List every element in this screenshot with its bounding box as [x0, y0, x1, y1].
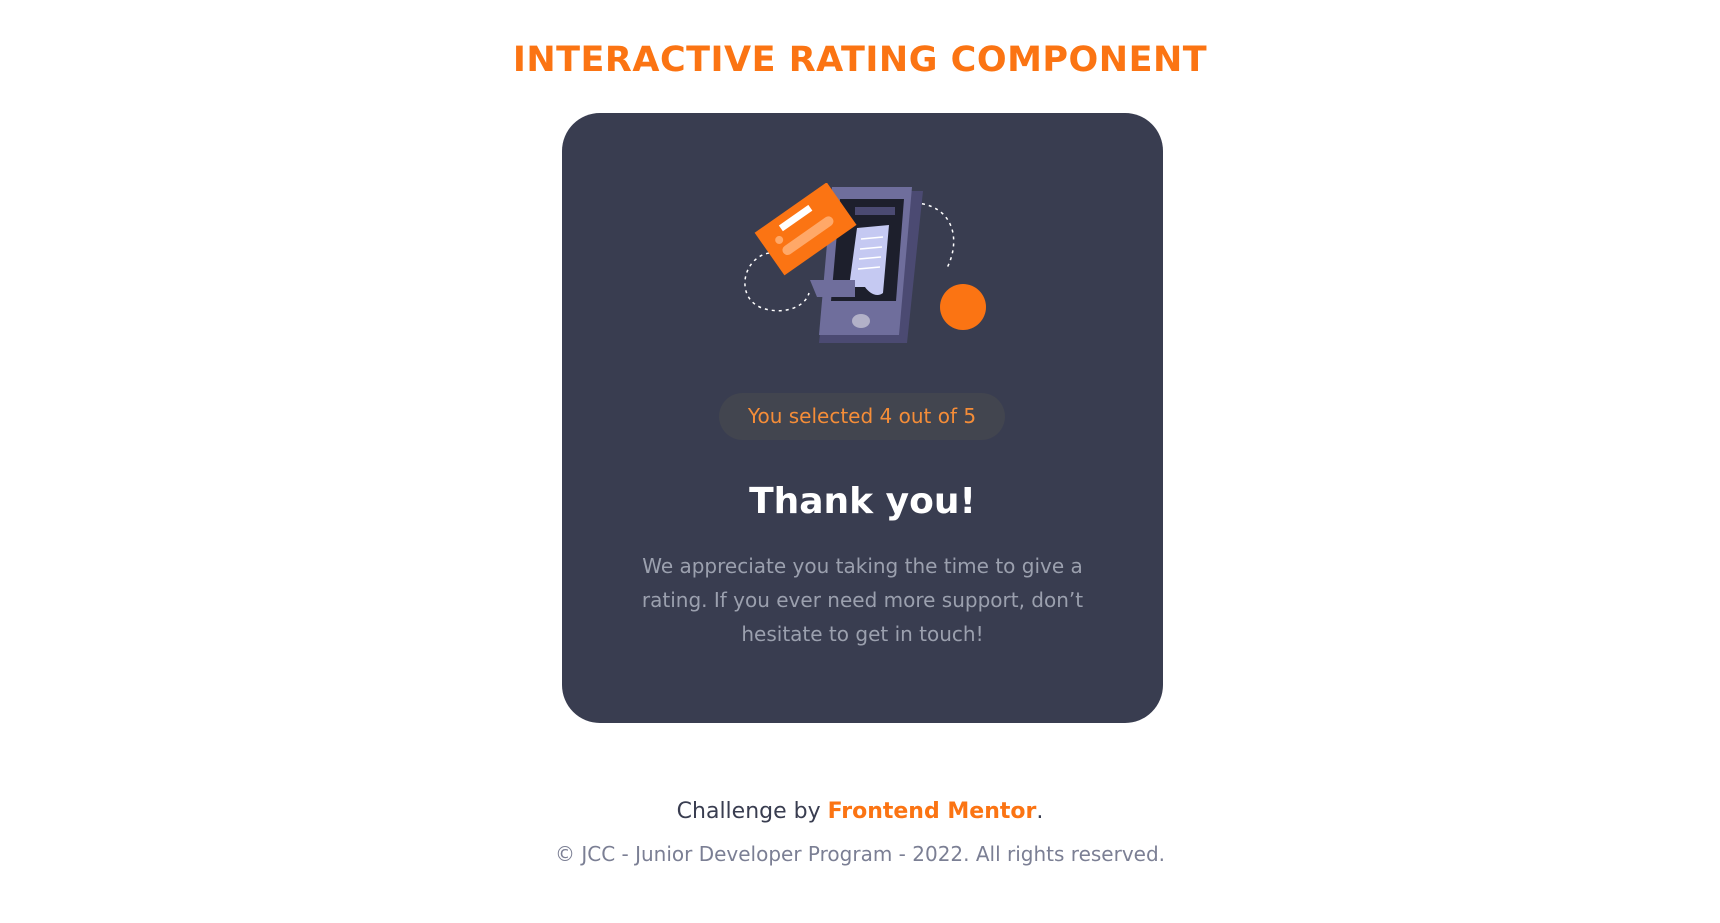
thank-you-card: You selected 4 out of 5 Thank you! We ap… [562, 113, 1163, 723]
thank-you-heading: Thank you! [749, 481, 976, 522]
footer-attribution: Challenge by Frontend Mentor. [0, 796, 1720, 828]
thank-you-message: We appreciate you taking the time to giv… [641, 554, 1084, 646]
selected-rating-badge: You selected 4 out of 5 [719, 393, 1005, 440]
page: INTERACTIVE RATING COMPONENT You selecte… [0, 0, 1720, 923]
attribution-suffix: . [1036, 799, 1044, 824]
attribution-prefix: Challenge by [676, 799, 828, 824]
phone-payment-illustration-icon [744, 183, 986, 343]
page-title: INTERACTIVE RATING COMPONENT [512, 40, 1208, 80]
copyright-text: © JCC - Junior Developer Program - 2022.… [554, 842, 1166, 866]
frontend-mentor-link[interactable]: Frontend Mentor [828, 799, 1037, 824]
